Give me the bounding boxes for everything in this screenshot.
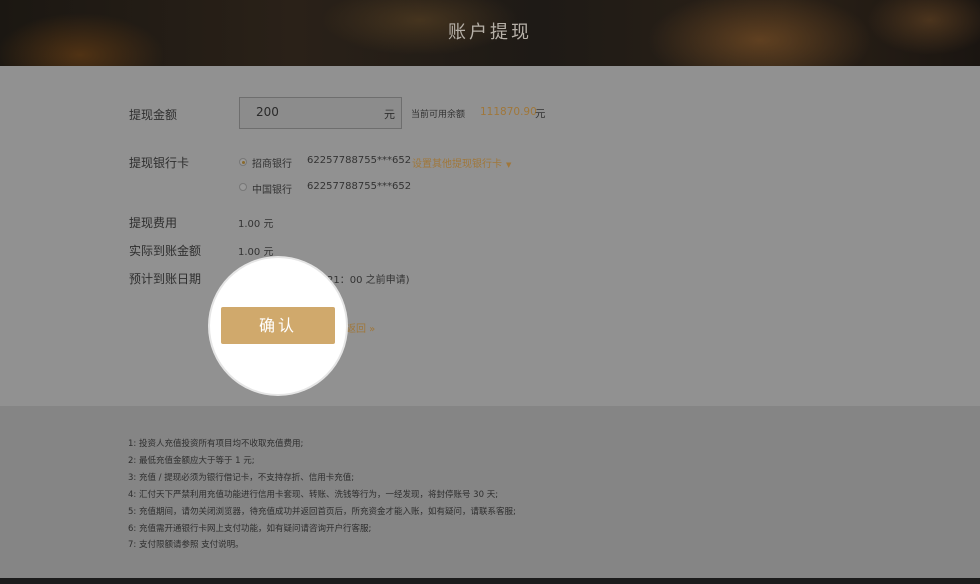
fee-label: 提现费用 — [129, 216, 178, 230]
page-title: 账户提现 — [448, 22, 532, 43]
arrival-date-label: 预计到账日期 — [129, 272, 202, 286]
card-label: 提现银行卡 — [129, 156, 190, 170]
bank-card-cmb: 62257788755***652 — [307, 155, 412, 166]
confirm-button[interactable]: 确认 — [221, 307, 335, 344]
note-item: 6: 充值需开通银行卡网上支付功能，如有疑问请咨询开户行客服; — [128, 523, 372, 534]
bank-card-boc: 62257788755***652 — [307, 181, 412, 192]
balance-label: 当前可用余额 — [411, 110, 466, 120]
other-card-link[interactable]: 设置其他提现银行卡 ▼ — [412, 155, 511, 170]
note-item: 1: 投资人充值投资所有项目均不收取充值费用; — [128, 439, 304, 449]
amount-field[interactable]: 元 — [239, 97, 402, 129]
bank-name-boc: 中国银行 — [252, 185, 292, 196]
other-card-link-label: 设置其他提现银行卡 — [412, 159, 502, 170]
bank-radio-boc[interactable] — [239, 183, 247, 191]
balance-value: 111870.90 — [480, 106, 537, 118]
fee-value: 1.00 元 — [238, 219, 274, 230]
note-item: 3: 充值 / 提现必须为银行借记卡，不支持存折、信用卡充值; — [128, 472, 355, 483]
notes-list: 1: 投资人充值投资所有项目均不收取充值费用; 2: 最低充值金额应大于等于 1… — [128, 436, 828, 554]
note-item: 7: 支付限额请参照 支付说明。 — [128, 540, 244, 551]
note-item: 2: 最低充值金额应大于等于 1 元; — [128, 455, 255, 466]
balance-unit: 元 — [535, 108, 546, 120]
page-header: 账户提现 — [0, 0, 980, 66]
chevron-down-icon: ▼ — [506, 161, 512, 169]
amount-unit: 元 — [384, 108, 395, 121]
note-item: 4: 汇付天下严禁利用充值功能进行信用卡套现、转账、洗钱等行为，一经发现，将封停… — [128, 489, 499, 500]
actual-amount-value: 1.00 元 — [238, 247, 274, 258]
back-link[interactable]: 返回 » — [346, 320, 375, 335]
bottom-bar — [0, 578, 980, 584]
arrival-date-value: 21：00 之前申请) — [327, 275, 410, 286]
actual-amount-label: 实际到账金额 — [129, 244, 202, 258]
bank-name-cmb: 招商银行 — [252, 159, 292, 170]
note-item: 5: 充值期间，请勿关闭浏览器，待充值成功并返回首页后，所充资金才能入账，如有疑… — [128, 506, 516, 517]
bank-radio-cmb[interactable] — [239, 158, 247, 166]
amount-input[interactable] — [256, 105, 366, 119]
amount-label: 提现金额 — [129, 108, 178, 122]
